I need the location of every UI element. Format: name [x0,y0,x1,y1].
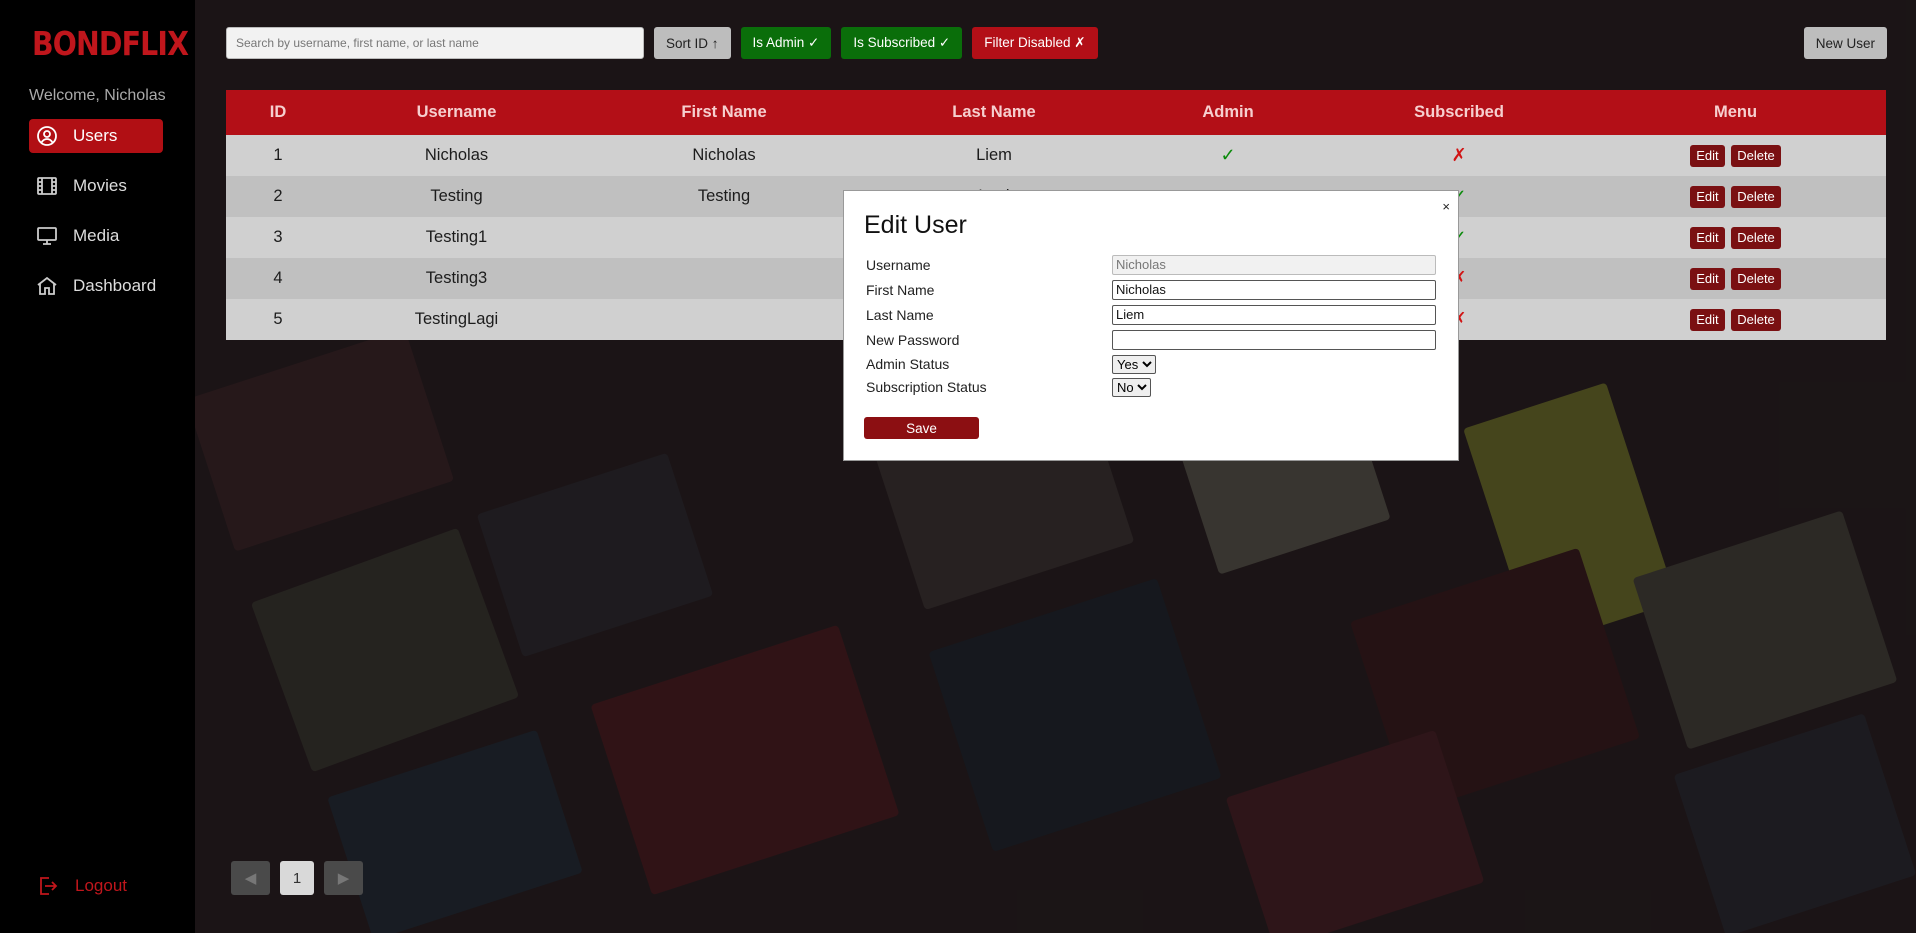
cell-menu: Edit Delete [1585,258,1886,299]
edit-button[interactable]: Edit [1690,267,1725,290]
new-password-field[interactable] [1112,329,1436,350]
cell-first-name [583,258,865,299]
cell-username: Testing1 [330,217,583,258]
sidebar-item-movies[interactable]: Movies [29,169,163,203]
column-header-admin: Admin [1123,90,1333,135]
new-password-label: New Password [866,331,960,348]
first-name-field[interactable] [1112,279,1436,300]
logout-label: Logout [75,876,127,895]
edit-user-form: Username First Name Last Name New Passwo… [866,252,1436,398]
column-header-last-name: Last Name [865,90,1123,135]
cell-first-name [583,217,865,258]
username-label: Username [866,256,931,273]
first-name-label: First Name [866,281,935,298]
pagination: ◀ 1 ▶ [231,861,373,895]
delete-button[interactable]: Delete [1731,267,1781,290]
filter-toggle-button[interactable]: Filter Disabled ✗ [972,27,1098,59]
cell-menu: Edit Delete [1585,299,1886,340]
sidebar-item-users[interactable]: Users [29,119,163,153]
delete-button[interactable]: Delete [1731,185,1781,208]
table-header-row: ID Username First Name Last Name Admin S… [226,90,1886,135]
cell-id: 1 [226,135,330,176]
cell-id: 2 [226,176,330,217]
subscription-status-select[interactable]: No [1112,377,1151,397]
cell-menu: Edit Delete [1585,176,1886,217]
sidebar-item-label: Movies [73,176,127,195]
modal-title: Edit User [864,211,967,239]
sidebar-item-dashboard[interactable]: Dashboard [29,269,163,303]
main-area: Sort ID ↑ Is Admin ✓ Is Subscribed ✓ Fil… [195,0,1916,933]
sidebar: BONDFLIX Welcome, Nicholas Users Movies … [0,0,195,933]
logout-icon [40,877,58,895]
column-header-id: ID [226,90,330,135]
prev-page-button[interactable]: ◀ [231,861,270,895]
cell-first-name [583,299,865,340]
page-number-button[interactable]: 1 [280,861,314,895]
cell-menu: Edit Delete [1585,217,1886,258]
cell-username: Nicholas [330,135,583,176]
next-page-button[interactable]: ▶ [324,861,363,895]
sidebar-item-label: Media [73,226,120,245]
cell-menu: Edit Delete [1585,135,1886,176]
column-header-username: Username [330,90,583,135]
cell-admin: ✓ [1123,135,1333,176]
cell-id: 5 [226,299,330,340]
cell-last-name: Liem [865,135,1123,176]
cell-username: Testing3 [330,258,583,299]
filter-toolbar: Sort ID ↑ Is Admin ✓ Is Subscribed ✓ Fil… [226,27,1098,59]
sidebar-nav: Users Movies Media Dashboard [0,119,195,303]
edit-button[interactable]: Edit [1690,308,1725,331]
delete-button[interactable]: Delete [1731,308,1781,331]
welcome-text: Welcome, Nicholas [29,87,166,104]
close-icon[interactable]: × [1442,199,1450,214]
edit-button[interactable]: Edit [1690,226,1725,249]
edit-button[interactable]: Edit [1690,144,1725,167]
home-icon [37,276,57,295]
save-button[interactable]: Save [864,417,979,439]
cell-first-name: Testing [583,176,865,217]
column-header-first-name: First Name [583,90,865,135]
delete-button[interactable]: Delete [1731,144,1781,167]
is-admin-filter-button[interactable]: Is Admin ✓ [740,27,832,59]
subscription-status-label: Subscription Status [866,379,987,395]
cell-username: Testing [330,176,583,217]
film-icon [37,177,57,195]
new-user-button[interactable]: New User [1803,27,1887,59]
table-row: 1 Nicholas Nicholas Liem ✓ ✗ Edit Delete [226,135,1886,176]
cell-id: 3 [226,217,330,258]
edit-button[interactable]: Edit [1690,185,1725,208]
edit-user-modal: × Edit User Username First Name Last Nam… [843,190,1459,461]
logout-button[interactable]: Logout [35,874,127,898]
admin-status-select[interactable]: Yes [1112,354,1156,374]
search-input[interactable] [226,27,644,59]
sort-button[interactable]: Sort ID ↑ [654,27,731,59]
cell-id: 4 [226,258,330,299]
username-field [1112,254,1436,275]
last-name-field[interactable] [1112,304,1436,325]
cell-username: TestingLagi [330,299,583,340]
sidebar-item-media[interactable]: Media [29,219,163,253]
cell-subscribed: ✗ [1333,135,1585,176]
bondflix-logo[interactable]: BONDFLIX [32,24,189,64]
monitor-icon [37,227,57,245]
cell-first-name: Nicholas [583,135,865,176]
user-circle-icon [37,126,57,146]
last-name-label: Last Name [866,306,934,323]
sidebar-item-label: Users [73,126,118,145]
admin-status-label: Admin Status [866,356,950,372]
is-subscribed-filter-button[interactable]: Is Subscribed ✓ [841,27,963,59]
sidebar-item-label: Dashboard [73,276,157,295]
column-header-subscribed: Subscribed [1333,90,1585,135]
delete-button[interactable]: Delete [1731,226,1781,249]
column-header-menu: Menu [1585,90,1886,135]
